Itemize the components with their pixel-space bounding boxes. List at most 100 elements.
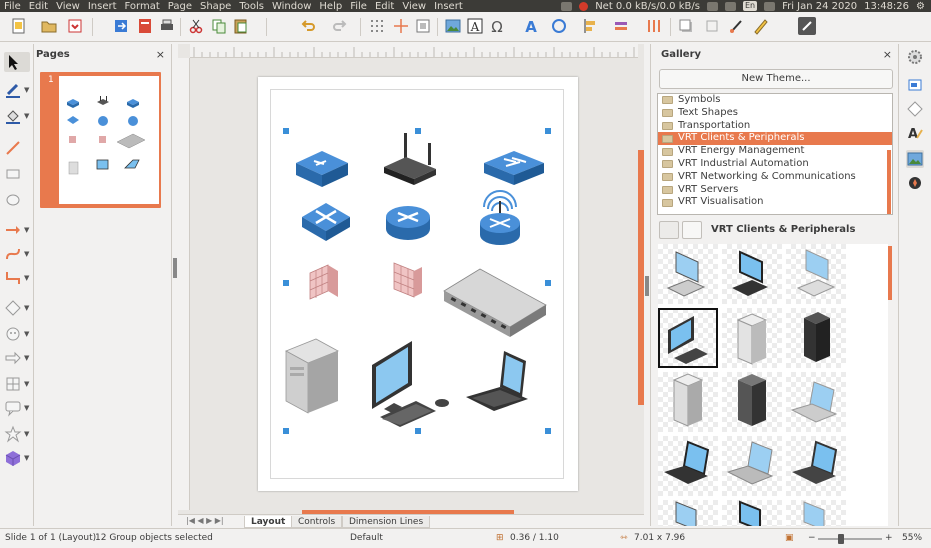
selection-handle[interactable] (283, 280, 289, 286)
rectangle-tool[interactable] (4, 164, 30, 184)
styles-icon[interactable]: A (906, 124, 924, 142)
distribute-icon[interactable] (645, 17, 663, 35)
zoom-in-button[interactable]: + (885, 533, 893, 543)
menu-file[interactable]: File (0, 1, 25, 12)
zoom-slider-thumb[interactable] (838, 534, 844, 544)
menu-edit[interactable]: Edit (25, 1, 52, 12)
wireless-router-icon[interactable] (384, 133, 436, 185)
selection-handle[interactable] (545, 428, 551, 434)
patch-panel-icon[interactable] (443, 268, 547, 337)
theme-list-scrollbar[interactable] (887, 150, 891, 214)
callouts-tool[interactable]: ▼ (4, 398, 30, 418)
gallery-item-desktop[interactable] (658, 244, 718, 304)
symbol-shapes-tool[interactable]: ▼ (4, 324, 30, 344)
menu-window[interactable]: Window (268, 1, 315, 12)
open-folder-icon[interactable] (40, 17, 58, 35)
fill-color-tool[interactable]: ▼ (4, 106, 30, 126)
vertical-ruler[interactable] (178, 58, 190, 510)
gallery-item-desktop-selected[interactable] (658, 308, 718, 368)
menu-view-2[interactable]: View (398, 1, 430, 12)
menu-shape[interactable]: Shape (196, 1, 235, 12)
theme-item[interactable]: VRT Networking & Communications (658, 171, 892, 184)
selection-handle[interactable] (415, 128, 421, 134)
gallery-item-tower-white[interactable] (722, 308, 782, 368)
ellipse-tool[interactable] (4, 190, 30, 210)
line-color-tool[interactable]: ▼ (4, 80, 30, 100)
menu-tools[interactable]: Tools (235, 1, 268, 12)
connectors-tool[interactable]: ▼ (4, 268, 30, 288)
gallery-collapse-handle[interactable] (645, 276, 649, 296)
curves-tool[interactable]: ▼ (4, 244, 30, 264)
tab-controls[interactable]: Controls (291, 516, 343, 528)
selection-handle[interactable] (283, 428, 289, 434)
undo-icon[interactable] (299, 17, 317, 35)
settings-gear-icon[interactable]: ⚙ (916, 1, 925, 12)
theme-item[interactable]: VRT Energy Management (658, 145, 892, 158)
points-edit-icon[interactable] (752, 17, 770, 35)
transformations-icon[interactable] (550, 17, 568, 35)
arrange-icon[interactable] (612, 17, 630, 35)
desktop-computer-icon[interactable] (372, 341, 449, 427)
gallery-item-laptop-silver[interactable] (722, 436, 782, 496)
save-icon[interactable] (66, 17, 84, 35)
zoom-percent[interactable]: 55% (902, 533, 922, 543)
fontwork-icon[interactable]: A (522, 17, 540, 36)
theme-item[interactable]: VRT Visualisation (658, 196, 892, 209)
date-display[interactable]: Fri Jan 24 2020 (782, 1, 857, 12)
icon-view-icon[interactable] (659, 221, 679, 239)
chrome-icon[interactable] (579, 1, 589, 11)
gallery-sidebar-icon[interactable] (906, 150, 924, 168)
show-draw-functions-icon[interactable] (728, 17, 746, 35)
crop-icon[interactable] (703, 17, 721, 35)
insert-text-box-icon[interactable]: A (466, 17, 484, 35)
new-document-icon[interactable] (10, 17, 28, 35)
language-indicator[interactable]: En (742, 1, 758, 11)
selection-handle[interactable] (415, 428, 421, 434)
menu-file-2[interactable]: File (346, 1, 371, 12)
gallery-item-tower-dark[interactable] (722, 372, 782, 432)
tower-pc-icon[interactable] (285, 338, 339, 414)
wireless-access-router-icon[interactable] (480, 190, 520, 245)
theme-list[interactable]: Symbols Text Shapes Transportation VRT C… (657, 93, 893, 215)
pages-close-button[interactable]: × (156, 48, 165, 61)
selection-handle[interactable] (545, 128, 551, 134)
firewall-icon[interactable] (393, 262, 422, 298)
document-modified-icon[interactable]: ▣ (785, 533, 794, 543)
helplines-icon[interactable] (392, 17, 410, 35)
3d-objects-tool[interactable]: ▼ (4, 448, 30, 468)
gallery-item-partial[interactable] (658, 500, 718, 526)
network-switch-icon[interactable] (484, 151, 544, 185)
drawing-page[interactable] (258, 77, 578, 491)
gallery-close-button[interactable]: × (883, 48, 892, 61)
zoom-slider[interactable] (818, 538, 882, 540)
selection-handle[interactable] (545, 280, 551, 286)
tab-navigation-arrows[interactable]: |◀ ◀ ▶ ▶| (186, 516, 224, 525)
navigator-icon[interactable] (906, 174, 924, 192)
tab-layout[interactable]: Layout (244, 516, 293, 528)
gallery-item-partial[interactable] (722, 500, 782, 526)
style-status[interactable]: Default (350, 533, 383, 543)
tab-dimension-lines[interactable]: Dimension Lines (342, 516, 431, 528)
print-icon[interactable] (158, 17, 176, 35)
export-icon[interactable] (112, 17, 130, 35)
time-display[interactable]: 13:48:26 (864, 1, 909, 12)
laptop-icon[interactable] (466, 351, 528, 411)
theme-item-selected[interactable]: VRT Clients & Peripherals (658, 132, 892, 146)
flowchart-tool[interactable]: ▼ (4, 374, 30, 394)
menu-insert-2[interactable]: Insert (430, 1, 467, 12)
stars-tool[interactable]: ▼ (4, 424, 30, 444)
gallery-item-laptop-dark[interactable] (658, 436, 718, 496)
gallery-item-desktop-dark[interactable] (722, 244, 782, 304)
router-icon[interactable] (386, 206, 430, 240)
slide-thumbnail[interactable]: 1 (40, 72, 161, 208)
selection-handle[interactable] (283, 128, 289, 134)
menu-view[interactable]: View (52, 1, 84, 12)
wifi-icon[interactable] (724, 1, 736, 11)
redo-icon[interactable] (331, 17, 349, 35)
copy-icon[interactable] (210, 17, 228, 35)
firewall-icon[interactable] (309, 264, 338, 300)
align-objects-icon[interactable] (582, 17, 600, 35)
cut-icon[interactable] (187, 17, 205, 35)
app-indicator-icon[interactable] (561, 1, 573, 11)
gallery-item-desktop-light[interactable] (786, 244, 846, 304)
